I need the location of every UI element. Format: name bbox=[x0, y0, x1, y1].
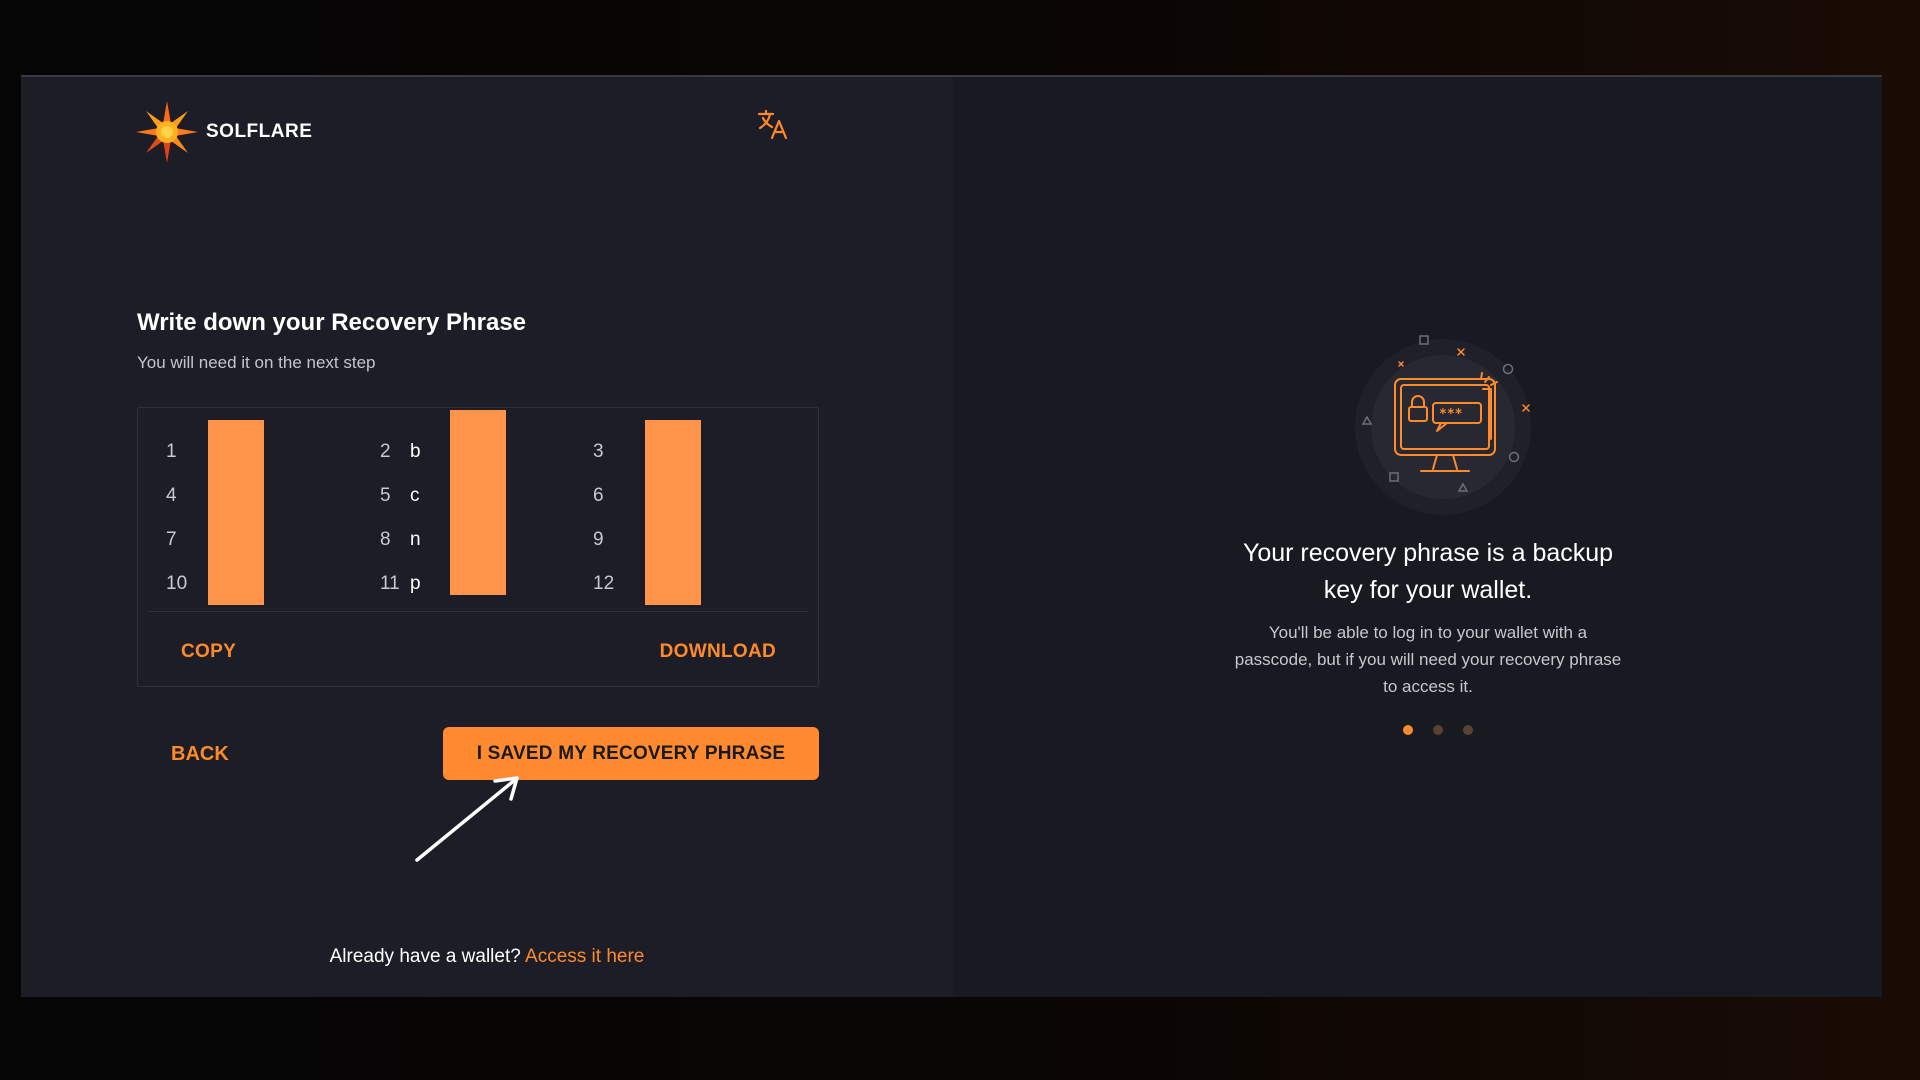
info-body-line: passcode, but if you will need your reco… bbox=[1234, 650, 1622, 669]
solflare-sun-icon bbox=[136, 101, 198, 163]
word-number: 11 bbox=[380, 573, 400, 594]
word-text: c bbox=[410, 485, 420, 506]
word-number: 8 bbox=[380, 529, 391, 550]
app-window: SOLFLARE Write down your Recovery Phrase… bbox=[21, 75, 1882, 997]
download-button[interactable]: DOWNLOAD bbox=[660, 641, 776, 663]
word-number: 10 bbox=[166, 573, 188, 594]
word-number: 3 bbox=[593, 441, 604, 462]
info-heading-line: Your recovery phrase is a backup bbox=[1242, 539, 1614, 567]
word-number: 2 bbox=[380, 441, 391, 462]
word-number: 7 bbox=[166, 529, 177, 550]
info-body-line: You'll be able to log in to your wallet … bbox=[1268, 623, 1588, 642]
recovery-phrase-box: 1l 2b 3t 4k 5c 6k 7rit 8n 9 10l 11p 12io… bbox=[137, 407, 819, 687]
info-body: You'll be able to log in to your wallet … bbox=[1203, 619, 1653, 700]
info-heading-line: key for your wallet. bbox=[1323, 576, 1533, 604]
word-text: n bbox=[410, 529, 421, 550]
page-subtitle: You will need it on the next step bbox=[137, 353, 376, 372]
info-body-line: to access it. bbox=[1383, 677, 1473, 696]
carousel-dot[interactable] bbox=[1403, 725, 1413, 735]
divider bbox=[148, 611, 808, 612]
footer: Already have a wallet? Access it here bbox=[21, 946, 953, 968]
translate-icon[interactable] bbox=[756, 107, 790, 141]
word-text: b bbox=[410, 441, 421, 462]
redaction-block bbox=[450, 410, 506, 595]
word-number: 9 bbox=[593, 529, 604, 550]
logo-text: SOLFLARE bbox=[206, 121, 313, 142]
word-item: 4k bbox=[166, 474, 380, 518]
footer-text: Already have a wallet? bbox=[329, 946, 521, 967]
word-item: 1l bbox=[166, 430, 380, 474]
redaction-block bbox=[208, 420, 264, 605]
word-number: 5 bbox=[380, 485, 391, 506]
carousel-dot[interactable] bbox=[1433, 725, 1443, 735]
solflare-logo: SOLFLARE bbox=[134, 99, 312, 165]
right-panel: *** Your recovery phrase is a backup key… bbox=[953, 77, 1882, 997]
word-number: 4 bbox=[166, 485, 177, 506]
word-number: 12 bbox=[593, 573, 615, 594]
back-button[interactable]: BACK bbox=[171, 743, 229, 766]
page-title: Write down your Recovery Phrase bbox=[137, 309, 527, 336]
left-panel: SOLFLARE Write down your Recovery Phrase… bbox=[21, 77, 953, 997]
word-number: 6 bbox=[593, 485, 604, 506]
secure-computer-illustration-icon: *** bbox=[1355, 335, 1531, 515]
copy-button[interactable]: COPY bbox=[181, 641, 236, 663]
annotation-arrow-icon bbox=[415, 776, 519, 862]
carousel-dots bbox=[1403, 725, 1473, 735]
redaction-block bbox=[645, 420, 701, 605]
svg-text:***: *** bbox=[1439, 407, 1463, 422]
word-item: 10l bbox=[166, 562, 380, 606]
word-text: p bbox=[410, 573, 421, 594]
info-heading: Your recovery phrase is a backup key for… bbox=[1183, 535, 1673, 609]
access-wallet-link[interactable]: Access it here bbox=[525, 946, 644, 967]
carousel-dot[interactable] bbox=[1463, 725, 1473, 735]
word-number: 1 bbox=[166, 441, 177, 462]
word-item: 7rit bbox=[166, 518, 380, 562]
